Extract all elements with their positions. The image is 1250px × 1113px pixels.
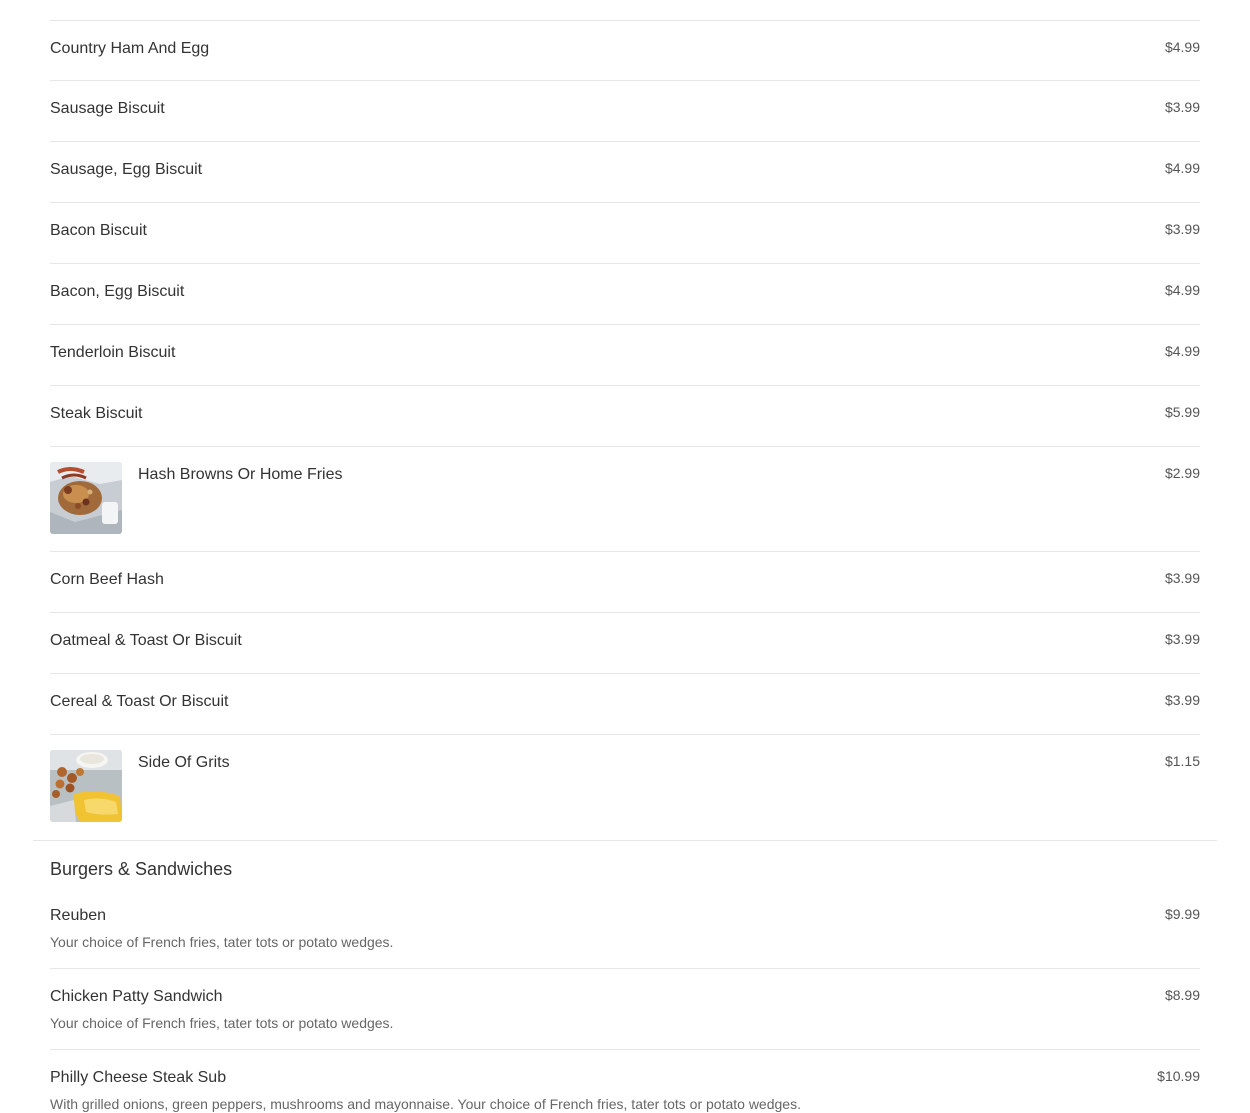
item-description: Your choice of French fries, tater tots … (50, 1015, 394, 1031)
menu-item[interactable]: Bacon Biscuit $3.99 (50, 203, 1200, 264)
item-price: $9.99 (1164, 906, 1200, 922)
menu-item[interactable]: Chicken Patty Sandwich $8.99 Your choice… (50, 969, 1200, 1050)
item-name: Cereal & Toast Or Biscuit (50, 693, 229, 710)
item-price: $3.99 (1164, 570, 1200, 586)
item-name: Reuben (50, 907, 107, 924)
item-price: $1.15 (1164, 753, 1200, 769)
item-name: Steak Biscuit (50, 405, 143, 422)
item-name: Tenderloin Biscuit (50, 344, 176, 361)
menu-item[interactable]: Side Of Grits $1.15 (50, 735, 1200, 840)
menu-item[interactable]: Cereal & Toast Or Biscuit $3.99 (50, 674, 1200, 735)
hash-browns-photo[interactable] (50, 462, 122, 534)
item-description: Your choice of French fries, tater tots … (50, 934, 394, 950)
item-name: Oatmeal & Toast Or Biscuit (50, 632, 242, 649)
item-price: $2.99 (1164, 465, 1200, 481)
item-price: $8.99 (1164, 987, 1200, 1003)
menu-item[interactable]: Oatmeal & Toast Or Biscuit $3.99 (50, 613, 1200, 674)
item-price: $3.99 (1164, 692, 1200, 708)
section-divider (33, 840, 1217, 841)
item-price: $5.99 (1164, 404, 1200, 420)
item-price: $10.99 (1157, 1068, 1200, 1084)
menu-item[interactable]: Country Ham And Egg $4.99 (50, 20, 1200, 81)
item-price: $4.99 (1164, 343, 1200, 359)
item-name: Corn Beef Hash (50, 571, 164, 588)
menu-page: Country Ham And Egg $4.99 Sausage Biscui… (0, 0, 1250, 1112)
item-name: Chicken Patty Sandwich (50, 988, 223, 1005)
item-name: Hash Browns Or Home Fries (138, 466, 343, 483)
menu-item[interactable]: Sausage, Egg Biscuit $4.99 (50, 142, 1200, 203)
menu-item[interactable]: Bacon, Egg Biscuit $4.99 (50, 264, 1200, 325)
menu-item[interactable]: Corn Beef Hash $3.99 (50, 552, 1200, 613)
menu-item[interactable]: Hash Browns Or Home Fries $2.99 (50, 447, 1200, 552)
item-price: $3.99 (1164, 99, 1200, 115)
item-name: Bacon Biscuit (50, 222, 147, 239)
menu-item[interactable]: Philly Cheese Steak Sub $10.99 With gril… (50, 1050, 1200, 1113)
item-name: Sausage Biscuit (50, 100, 165, 117)
menu-item[interactable]: Reuben $9.99 Your choice of French fries… (50, 888, 1200, 969)
item-name: Country Ham And Egg (50, 40, 210, 57)
item-description: With grilled onions, green peppers, mush… (50, 1096, 801, 1112)
section-title: Burgers & Sandwiches (50, 859, 233, 879)
item-name: Side Of Grits (138, 754, 230, 771)
item-price: $3.99 (1164, 631, 1200, 647)
breakfast-list: Country Ham And Egg $4.99 Sausage Biscui… (50, 20, 1200, 840)
item-name: Philly Cheese Steak Sub (50, 1069, 227, 1086)
item-price: $4.99 (1164, 282, 1200, 298)
menu-item[interactable]: Tenderloin Biscuit $4.99 (50, 325, 1200, 386)
item-price: $4.99 (1164, 160, 1200, 176)
menu-item[interactable]: Sausage Biscuit $3.99 (50, 81, 1200, 142)
menu-item[interactable]: Steak Biscuit $5.99 (50, 386, 1200, 447)
item-price: $3.99 (1164, 221, 1200, 237)
side-of-grits-photo[interactable] (50, 750, 122, 822)
burgers-list: Reuben $9.99 Your choice of French fries… (50, 888, 1200, 1113)
item-price: $4.99 (1164, 39, 1200, 55)
item-name: Sausage, Egg Biscuit (50, 161, 203, 178)
item-name: Bacon, Egg Biscuit (50, 283, 185, 300)
